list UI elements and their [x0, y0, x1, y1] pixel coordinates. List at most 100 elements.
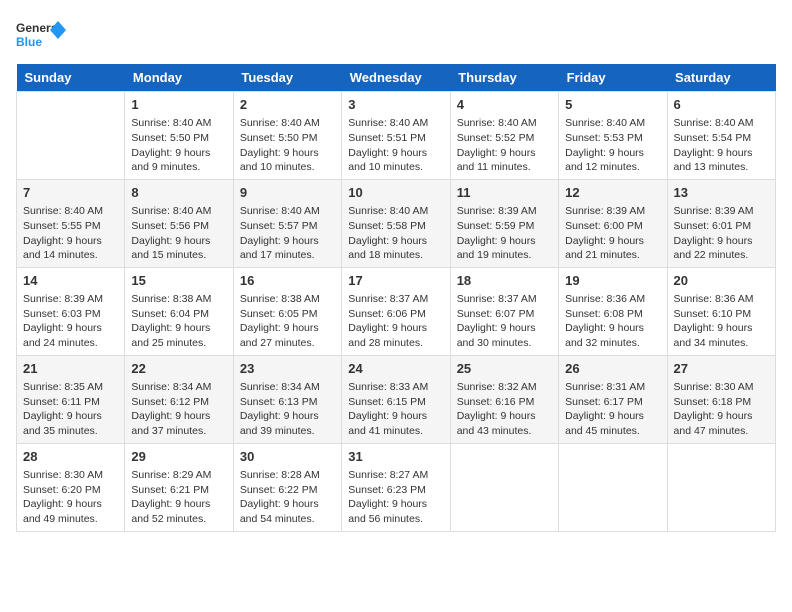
header-tuesday: Tuesday	[233, 64, 341, 92]
day-info: Sunrise: 8:36 AM Sunset: 6:10 PM Dayligh…	[674, 292, 769, 351]
header-thursday: Thursday	[450, 64, 558, 92]
day-info: Sunrise: 8:28 AM Sunset: 6:22 PM Dayligh…	[240, 468, 335, 527]
calendar-cell: 20 Sunrise: 8:36 AM Sunset: 6:10 PM Dayli…	[667, 267, 775, 355]
day-number: 30	[240, 448, 335, 466]
day-info: Sunrise: 8:39 AM Sunset: 6:00 PM Dayligh…	[565, 204, 660, 263]
page-header: General Blue	[16, 16, 776, 56]
calendar-week-4: 21 Sunrise: 8:35 AM Sunset: 6:11 PM Dayli…	[17, 355, 776, 443]
day-number: 10	[348, 184, 443, 202]
day-info: Sunrise: 8:29 AM Sunset: 6:21 PM Dayligh…	[131, 468, 226, 527]
calendar-header-row: SundayMondayTuesdayWednesdayThursdayFrid…	[17, 64, 776, 92]
calendar-cell: 1 Sunrise: 8:40 AM Sunset: 5:50 PM Daylig…	[125, 92, 233, 180]
day-number: 24	[348, 360, 443, 378]
day-info: Sunrise: 8:30 AM Sunset: 6:20 PM Dayligh…	[23, 468, 118, 527]
calendar-cell	[450, 443, 558, 531]
day-info: Sunrise: 8:40 AM Sunset: 5:51 PM Dayligh…	[348, 116, 443, 175]
calendar-cell: 28 Sunrise: 8:30 AM Sunset: 6:20 PM Dayli…	[17, 443, 125, 531]
day-number: 25	[457, 360, 552, 378]
day-info: Sunrise: 8:34 AM Sunset: 6:13 PM Dayligh…	[240, 380, 335, 439]
calendar-cell: 25 Sunrise: 8:32 AM Sunset: 6:16 PM Dayli…	[450, 355, 558, 443]
header-wednesday: Wednesday	[342, 64, 450, 92]
day-info: Sunrise: 8:40 AM Sunset: 5:54 PM Dayligh…	[674, 116, 769, 175]
header-monday: Monday	[125, 64, 233, 92]
day-info: Sunrise: 8:37 AM Sunset: 6:07 PM Dayligh…	[457, 292, 552, 351]
day-number: 3	[348, 96, 443, 114]
day-number: 27	[674, 360, 769, 378]
day-number: 31	[348, 448, 443, 466]
day-info: Sunrise: 8:40 AM Sunset: 5:58 PM Dayligh…	[348, 204, 443, 263]
day-number: 13	[674, 184, 769, 202]
calendar-cell: 30 Sunrise: 8:28 AM Sunset: 6:22 PM Dayli…	[233, 443, 341, 531]
day-info: Sunrise: 8:40 AM Sunset: 5:57 PM Dayligh…	[240, 204, 335, 263]
calendar-table: SundayMondayTuesdayWednesdayThursdayFrid…	[16, 64, 776, 532]
day-number: 7	[23, 184, 118, 202]
calendar-cell: 8 Sunrise: 8:40 AM Sunset: 5:56 PM Daylig…	[125, 179, 233, 267]
day-info: Sunrise: 8:37 AM Sunset: 6:06 PM Dayligh…	[348, 292, 443, 351]
calendar-cell: 19Sunrise: 8:36 AM Sunset: 6:08 PM Dayli…	[559, 267, 667, 355]
day-number: 9	[240, 184, 335, 202]
svg-text:Blue: Blue	[16, 35, 42, 49]
day-info: Sunrise: 8:32 AM Sunset: 6:16 PM Dayligh…	[457, 380, 552, 439]
day-number: 28	[23, 448, 118, 466]
day-number: 26	[565, 360, 660, 378]
day-number: 15	[131, 272, 226, 290]
logo: General Blue	[16, 16, 66, 56]
day-number: 21	[23, 360, 118, 378]
day-info: Sunrise: 8:33 AM Sunset: 6:15 PM Dayligh…	[348, 380, 443, 439]
day-info: Sunrise: 8:39 AM Sunset: 5:59 PM Dayligh…	[457, 204, 552, 263]
day-info: Sunrise: 8:40 AM Sunset: 5:55 PM Dayligh…	[23, 204, 118, 263]
day-info: Sunrise: 8:40 AM Sunset: 5:53 PM Dayligh…	[565, 116, 660, 175]
day-number: 16	[240, 272, 335, 290]
day-number: 1	[131, 96, 226, 114]
day-info: Sunrise: 8:34 AM Sunset: 6:12 PM Dayligh…	[131, 380, 226, 439]
day-info: Sunrise: 8:40 AM Sunset: 5:50 PM Dayligh…	[131, 116, 226, 175]
day-info: Sunrise: 8:39 AM Sunset: 6:01 PM Dayligh…	[674, 204, 769, 263]
day-number: 14	[23, 272, 118, 290]
calendar-cell: 31 Sunrise: 8:27 AM Sunset: 6:23 PM Dayli…	[342, 443, 450, 531]
day-number: 18	[457, 272, 552, 290]
day-info: Sunrise: 8:40 AM Sunset: 5:50 PM Dayligh…	[240, 116, 335, 175]
calendar-cell: 3 Sunrise: 8:40 AM Sunset: 5:51 PM Daylig…	[342, 92, 450, 180]
day-info: Sunrise: 8:40 AM Sunset: 5:52 PM Dayligh…	[457, 116, 552, 175]
day-info: Sunrise: 8:40 AM Sunset: 5:56 PM Dayligh…	[131, 204, 226, 263]
calendar-cell: 7 Sunrise: 8:40 AM Sunset: 5:55 PM Daylig…	[17, 179, 125, 267]
calendar-cell	[559, 443, 667, 531]
calendar-cell: 27 Sunrise: 8:30 AM Sunset: 6:18 PM Dayli…	[667, 355, 775, 443]
calendar-cell: 22 Sunrise: 8:34 AM Sunset: 6:12 PM Dayli…	[125, 355, 233, 443]
calendar-cell: 11Sunrise: 8:39 AM Sunset: 5:59 PM Dayli…	[450, 179, 558, 267]
calendar-cell: 24 Sunrise: 8:33 AM Sunset: 6:15 PM Dayli…	[342, 355, 450, 443]
day-number: 8	[131, 184, 226, 202]
calendar-cell: 10 Sunrise: 8:40 AM Sunset: 5:58 PM Dayli…	[342, 179, 450, 267]
calendar-cell: 21 Sunrise: 8:35 AM Sunset: 6:11 PM Dayli…	[17, 355, 125, 443]
day-info: Sunrise: 8:30 AM Sunset: 6:18 PM Dayligh…	[674, 380, 769, 439]
calendar-cell: 18 Sunrise: 8:37 AM Sunset: 6:07 PM Dayli…	[450, 267, 558, 355]
header-sunday: Sunday	[17, 64, 125, 92]
calendar-cell: 23Sunrise: 8:34 AM Sunset: 6:13 PM Dayli…	[233, 355, 341, 443]
day-number: 20	[674, 272, 769, 290]
logo-svg: General Blue	[16, 16, 66, 56]
header-saturday: Saturday	[667, 64, 775, 92]
calendar-cell: 17 Sunrise: 8:37 AM Sunset: 6:06 PM Dayli…	[342, 267, 450, 355]
day-info: Sunrise: 8:35 AM Sunset: 6:11 PM Dayligh…	[23, 380, 118, 439]
header-friday: Friday	[559, 64, 667, 92]
calendar-cell: 9 Sunrise: 8:40 AM Sunset: 5:57 PM Daylig…	[233, 179, 341, 267]
calendar-cell	[17, 92, 125, 180]
day-number: 17	[348, 272, 443, 290]
calendar-cell: 6Sunrise: 8:40 AM Sunset: 5:54 PM Daylig…	[667, 92, 775, 180]
calendar-week-5: 28 Sunrise: 8:30 AM Sunset: 6:20 PM Dayli…	[17, 443, 776, 531]
calendar-cell: 12 Sunrise: 8:39 AM Sunset: 6:00 PM Dayli…	[559, 179, 667, 267]
calendar-cell: 2Sunrise: 8:40 AM Sunset: 5:50 PM Daylig…	[233, 92, 341, 180]
day-info: Sunrise: 8:39 AM Sunset: 6:03 PM Dayligh…	[23, 292, 118, 351]
calendar-cell: 26Sunrise: 8:31 AM Sunset: 6:17 PM Dayli…	[559, 355, 667, 443]
day-number: 5	[565, 96, 660, 114]
day-number: 22	[131, 360, 226, 378]
day-info: Sunrise: 8:38 AM Sunset: 6:05 PM Dayligh…	[240, 292, 335, 351]
calendar-cell	[667, 443, 775, 531]
calendar-cell: 29Sunrise: 8:29 AM Sunset: 6:21 PM Dayli…	[125, 443, 233, 531]
calendar-week-1: 1 Sunrise: 8:40 AM Sunset: 5:50 PM Daylig…	[17, 92, 776, 180]
day-number: 12	[565, 184, 660, 202]
day-number: 19	[565, 272, 660, 290]
day-info: Sunrise: 8:27 AM Sunset: 6:23 PM Dayligh…	[348, 468, 443, 527]
calendar-cell: 13 Sunrise: 8:39 AM Sunset: 6:01 PM Dayli…	[667, 179, 775, 267]
day-number: 4	[457, 96, 552, 114]
